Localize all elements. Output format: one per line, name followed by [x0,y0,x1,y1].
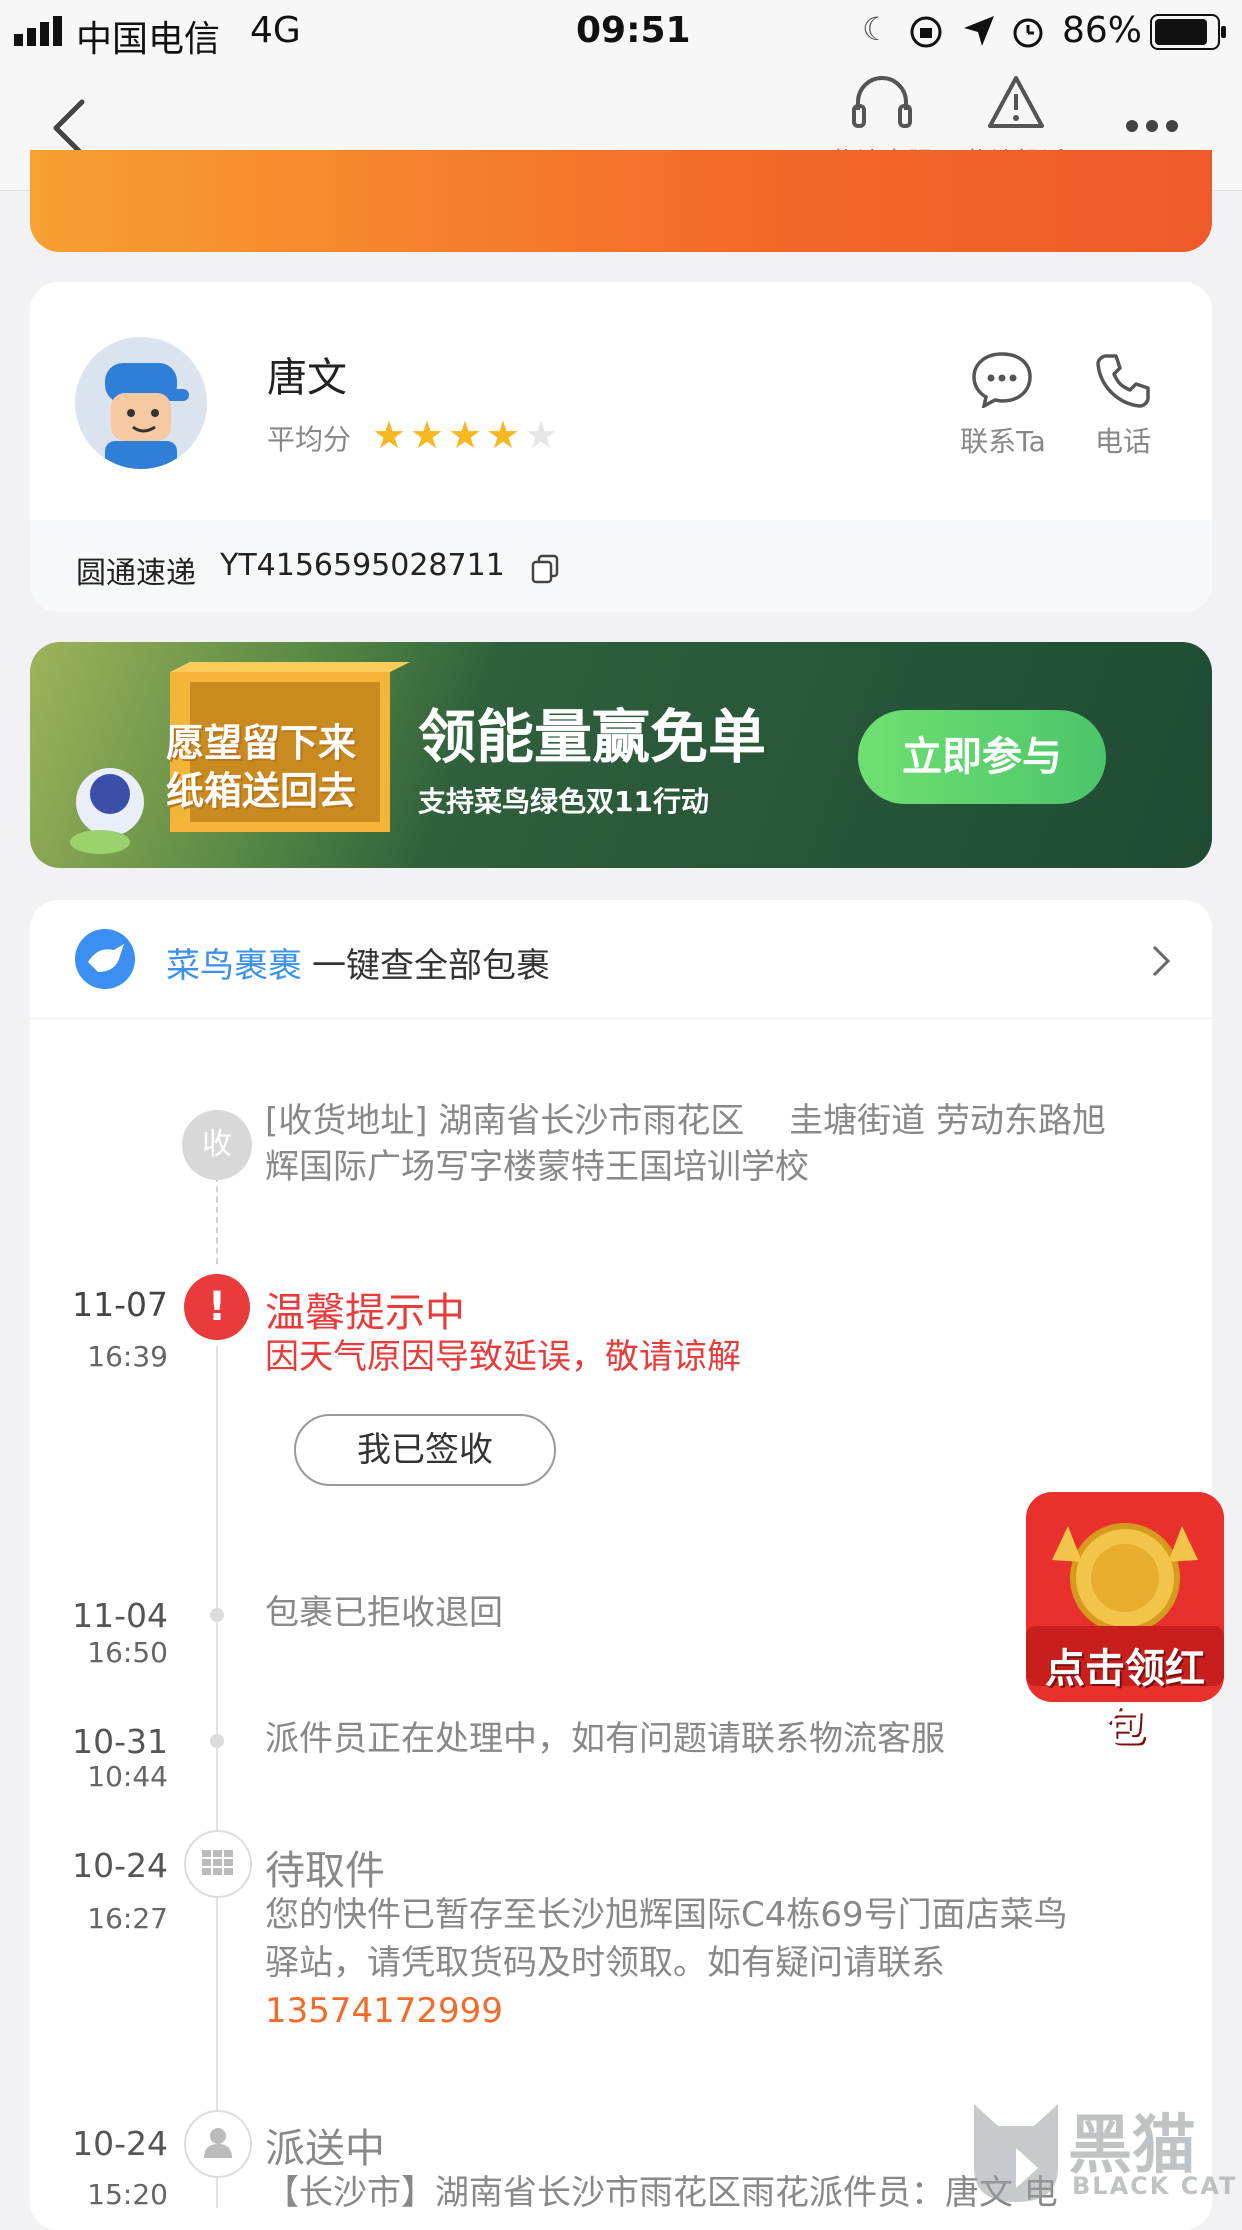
signed-button[interactable]: 我已签收 [294,1414,556,1486]
cainiao-brand: 菜鸟裹裹 [166,946,302,986]
alert-icon: ! [184,1274,250,1340]
event-time: 16:27 [87,1902,168,1935]
event-desc: 派件员正在处理中，如有问题请联系物流客服 [265,1719,945,1759]
warning-icon [988,76,1044,128]
address-line-1: [收货地址] 湖南省长沙市雨花区 圭塘街道 劳动东路旭 [265,1101,1106,1141]
timeline-line [216,1340,218,2208]
status-bar: 中国电信 4G 09:51 ☾ 86% [0,0,1242,62]
copy-icon[interactable] [530,554,560,584]
rating-label: 平均分 [267,423,352,456]
star-empty-icon: ★ [524,413,559,457]
box-slogan-2: 纸箱送回去 [166,769,357,813]
tracking-bar: 圆通速递 YT4156595028711 [30,520,1212,612]
box-slogan-1: 愿望留下来 [166,721,357,765]
courier-name: 唐文 [267,355,347,401]
phone-icon [1096,354,1150,408]
cainiao-text: 一键查全部包裹 [312,946,550,986]
red-packet-label: 点击领红包 [1045,1646,1205,1750]
event-date: 10-31 [72,1722,168,1761]
star-icon: ★ [372,413,407,457]
watermark-en: BLACK CAT [1072,2172,1238,2200]
person-icon [204,2128,232,2158]
star-icon: ★ [410,413,445,457]
moon-icon: ☾ [862,10,891,48]
orange-notice-card [30,150,1212,252]
event-time: 15:20 [87,2178,168,2211]
timeline-dot [210,1608,224,1622]
contact-label: 联系Ta [960,425,1046,458]
event-desc: 包裹已拒收退回 [265,1593,503,1633]
event-date: 11-04 [72,1596,168,1635]
carrier-label: 中国电信 [76,19,221,60]
event-desc: 【长沙市】湖南省长沙市雨花区雨花派件员：唐文 电 [265,2173,1058,2213]
black-cat-logo-icon [974,2104,1058,2202]
address-line-2: 辉国际广场写字楼蒙特王国培训学校 [265,1147,809,1187]
chat-bubble-icon [972,352,1032,408]
back-icon[interactable] [50,98,90,158]
alarm-icon [1013,18,1043,48]
locker-status-badge [184,1830,252,1898]
call-courier-button[interactable]: 电话 [1068,346,1178,458]
banner-headline: 领能量赢免单 [418,703,767,771]
event-desc: 因天气原因导致延误，敬请谅解 [265,1337,741,1377]
tracking-number: YT4156595028711 [220,548,505,583]
timeline-dashed-line [216,1176,218,1264]
battery-icon [1150,14,1226,50]
grid-locker-icon [202,1850,233,1875]
star-icon: ★ [448,413,483,457]
star-icon: ★ [486,413,521,457]
network-label: 4G [250,10,301,51]
location-icon [964,16,994,46]
delivery-status-badge [184,2110,252,2178]
event-title: 派送中 [265,2126,385,2172]
signal-icon [14,16,62,46]
phone-label: 电话 [1094,425,1151,458]
chevron-right-icon [1152,945,1171,977]
event-time: 16:39 [87,1340,168,1373]
timeline-dot [210,1734,224,1748]
courier-cartoon-icon [105,363,189,469]
pickup-phone-link[interactable]: 13574172999 [265,1988,503,2034]
battery-percent: 86% [1062,10,1143,51]
watermark: 黑猫 BLACK CAT [968,2094,1240,2208]
rotation-lock-icon [910,16,942,48]
headset-icon [852,76,912,128]
courier-company: 圆通速递 [76,556,196,591]
cainiao-bird-icon [75,929,135,989]
contact-courier-button[interactable]: 联系Ta [948,346,1058,458]
receive-badge: 收 [182,1110,252,1180]
event-desc-line-1: 您的快件已暂存至长沙旭辉国际C4栋69号门面店菜鸟 [265,1895,1068,1935]
more-icon[interactable] [1124,118,1180,134]
banner-subtitle: 支持菜鸟绿色双11行动 [418,785,709,818]
cainiao-row[interactable]: 菜鸟裹裹 一键查全部包裹 [30,900,1212,1019]
red-packet-float[interactable]: 点击领红包 [1012,1486,1238,1750]
event-time: 10:44 [87,1760,168,1793]
courier-avatar [75,337,207,469]
event-desc-line-2: 驿站，请凭取货码及时领取。如有疑问请联系 [265,1943,945,1983]
event-date: 11-07 [72,1285,168,1324]
join-now-button[interactable]: 立即参与 [858,710,1106,804]
event-title: 待取件 [265,1848,385,1894]
event-date: 10-24 [72,1846,168,1885]
event-date: 10-24 [72,2124,168,2163]
event-time: 16:50 [87,1636,168,1669]
clock: 09:51 [576,10,691,51]
event-title: 温馨提示中 [265,1290,465,1336]
